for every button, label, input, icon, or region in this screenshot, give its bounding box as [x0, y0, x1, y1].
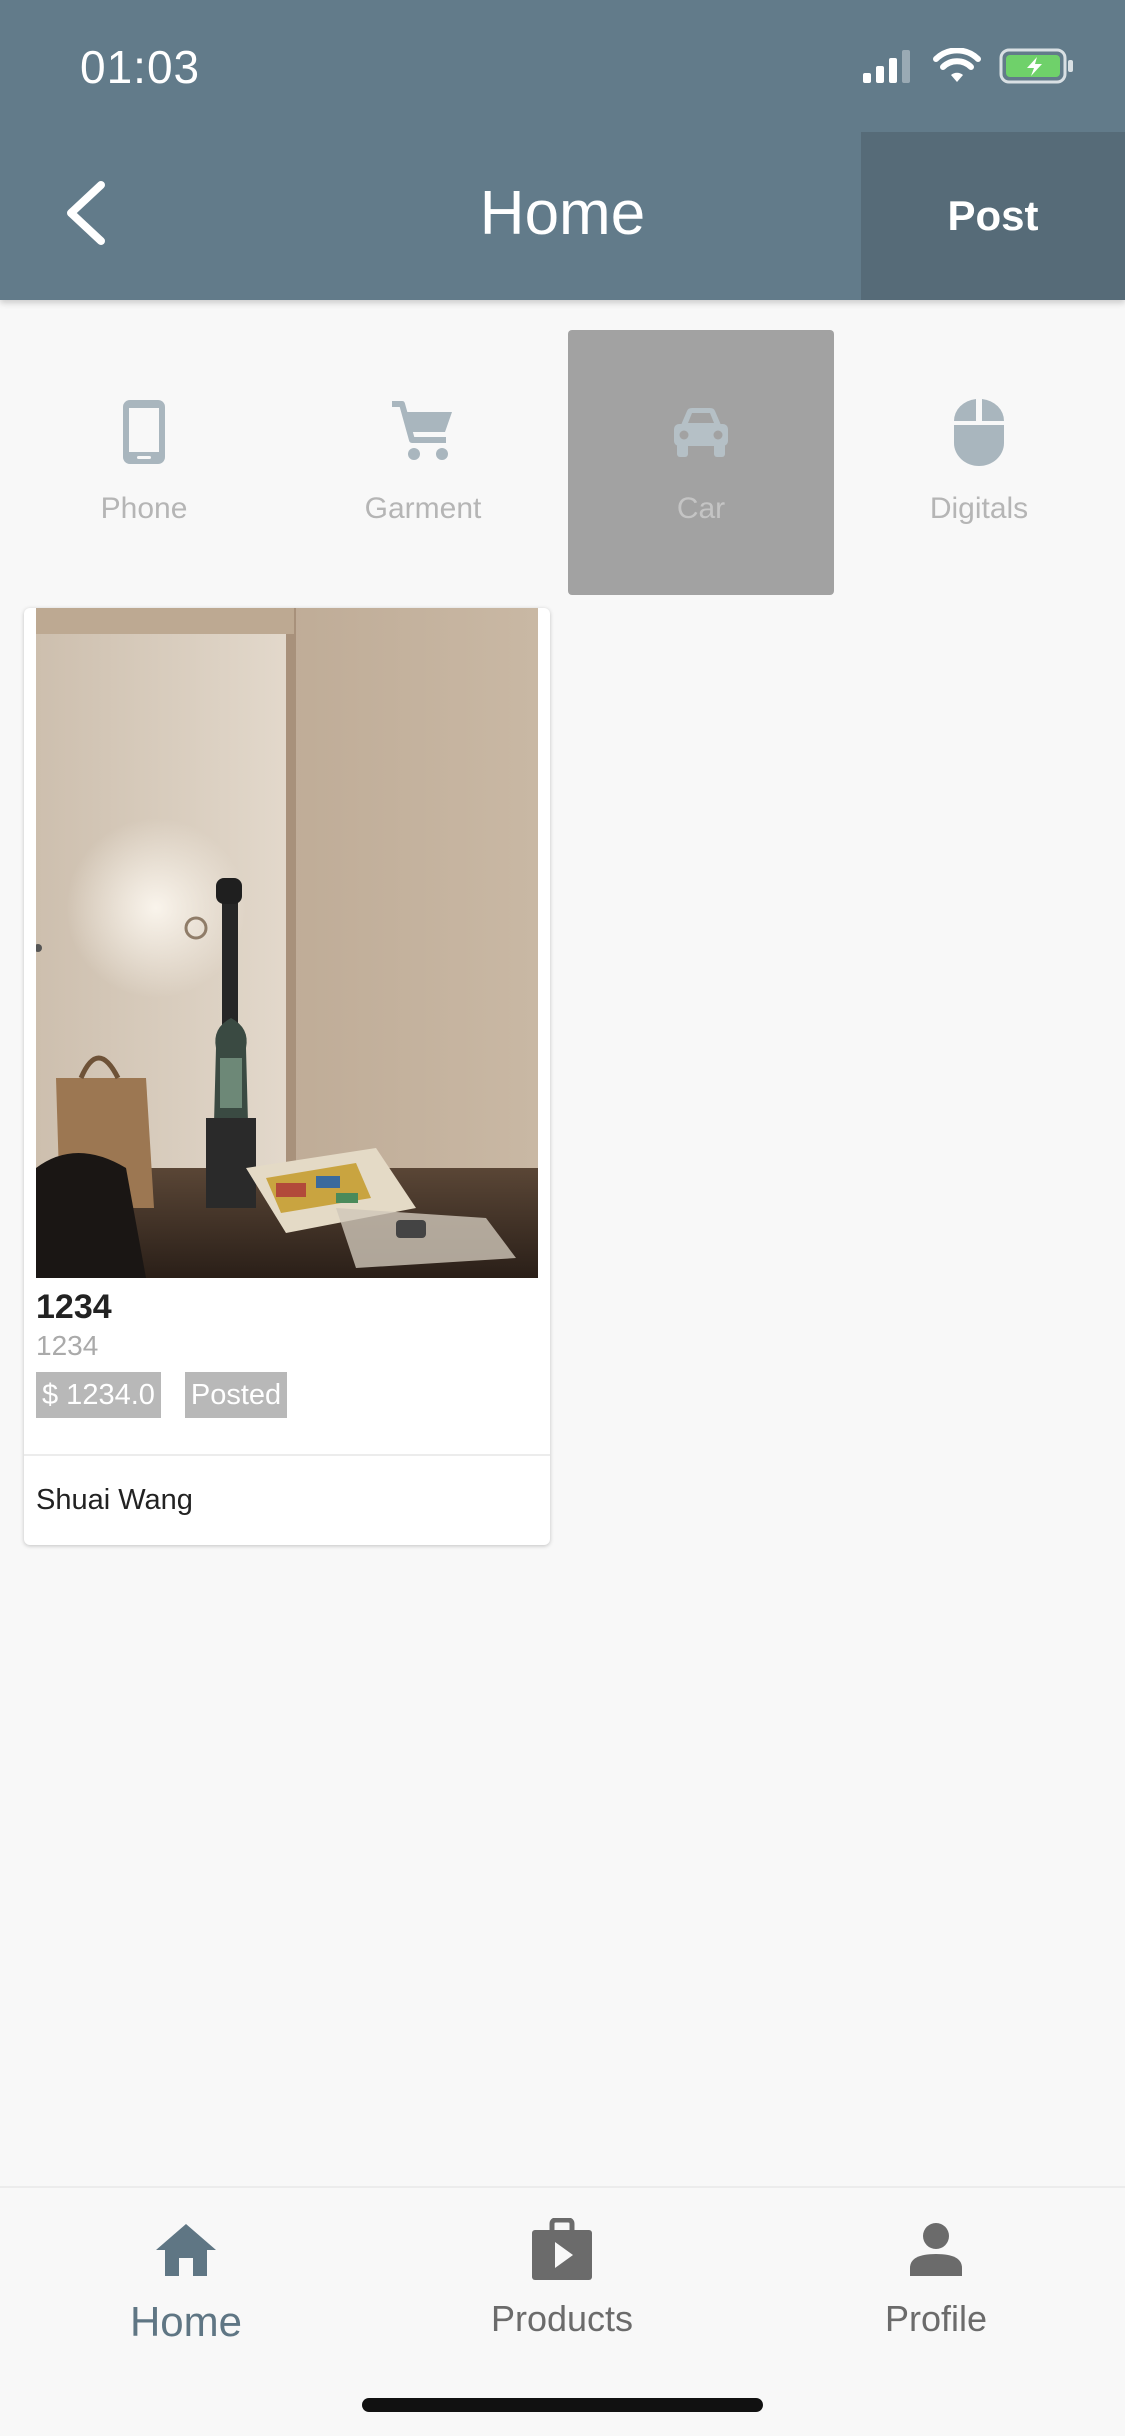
phone-icon [121, 392, 167, 472]
category-label: Digitals [929, 492, 1029, 525]
tab-label: Home [129, 2298, 243, 2345]
price-badge: $ 1234.0 [36, 1372, 161, 1418]
wifi-icon [933, 47, 981, 89]
car-icon [671, 392, 731, 472]
category-label: Garment [364, 492, 482, 525]
battery-icon [999, 48, 1075, 89]
cart-icon [390, 392, 456, 472]
category-car[interactable]: Car [568, 330, 834, 595]
home-icon [154, 2214, 218, 2286]
category-phone[interactable]: Phone [11, 330, 277, 595]
tab-label: Products [490, 2298, 634, 2339]
product-author: Shuai Wang [36, 1484, 193, 1516]
tab-products[interactable]: Products [412, 2214, 712, 2364]
status-badge: Posted [184, 1372, 288, 1418]
category-bar: Phone Garment Car Digitals [0, 330, 1125, 595]
tab-label: Profile [884, 2298, 988, 2339]
status-time: 01:03 [80, 41, 201, 93]
mouse-icon [952, 392, 1006, 472]
status-icons [863, 47, 1075, 89]
top-app-bar: 01:03 Home Post [0, 0, 1125, 300]
category-digitals[interactable]: Digitals [846, 330, 1112, 595]
card-divider [24, 1454, 550, 1456]
person-icon [908, 2214, 964, 2286]
category-label: Phone [100, 492, 188, 525]
home-indicator [362, 2398, 763, 2412]
tab-home[interactable]: Home [36, 2214, 336, 2364]
category-label: Car [676, 492, 726, 525]
post-button[interactable]: Post [861, 132, 1125, 300]
product-subtitle: 1234 [36, 1330, 99, 1361]
shopping-bag-icon [530, 2214, 594, 2286]
category-garment[interactable]: Garment [290, 330, 556, 595]
product-badges: $ 1234.0 Posted [36, 1372, 288, 1418]
signal-icon [863, 49, 915, 88]
product-card[interactable]: 1234 1234 $ 1234.0 Posted Shuai Wang [24, 608, 550, 1545]
product-photo [36, 608, 538, 1278]
tab-profile[interactable]: Profile [786, 2214, 1086, 2364]
product-title: 1234 [36, 1288, 112, 1326]
